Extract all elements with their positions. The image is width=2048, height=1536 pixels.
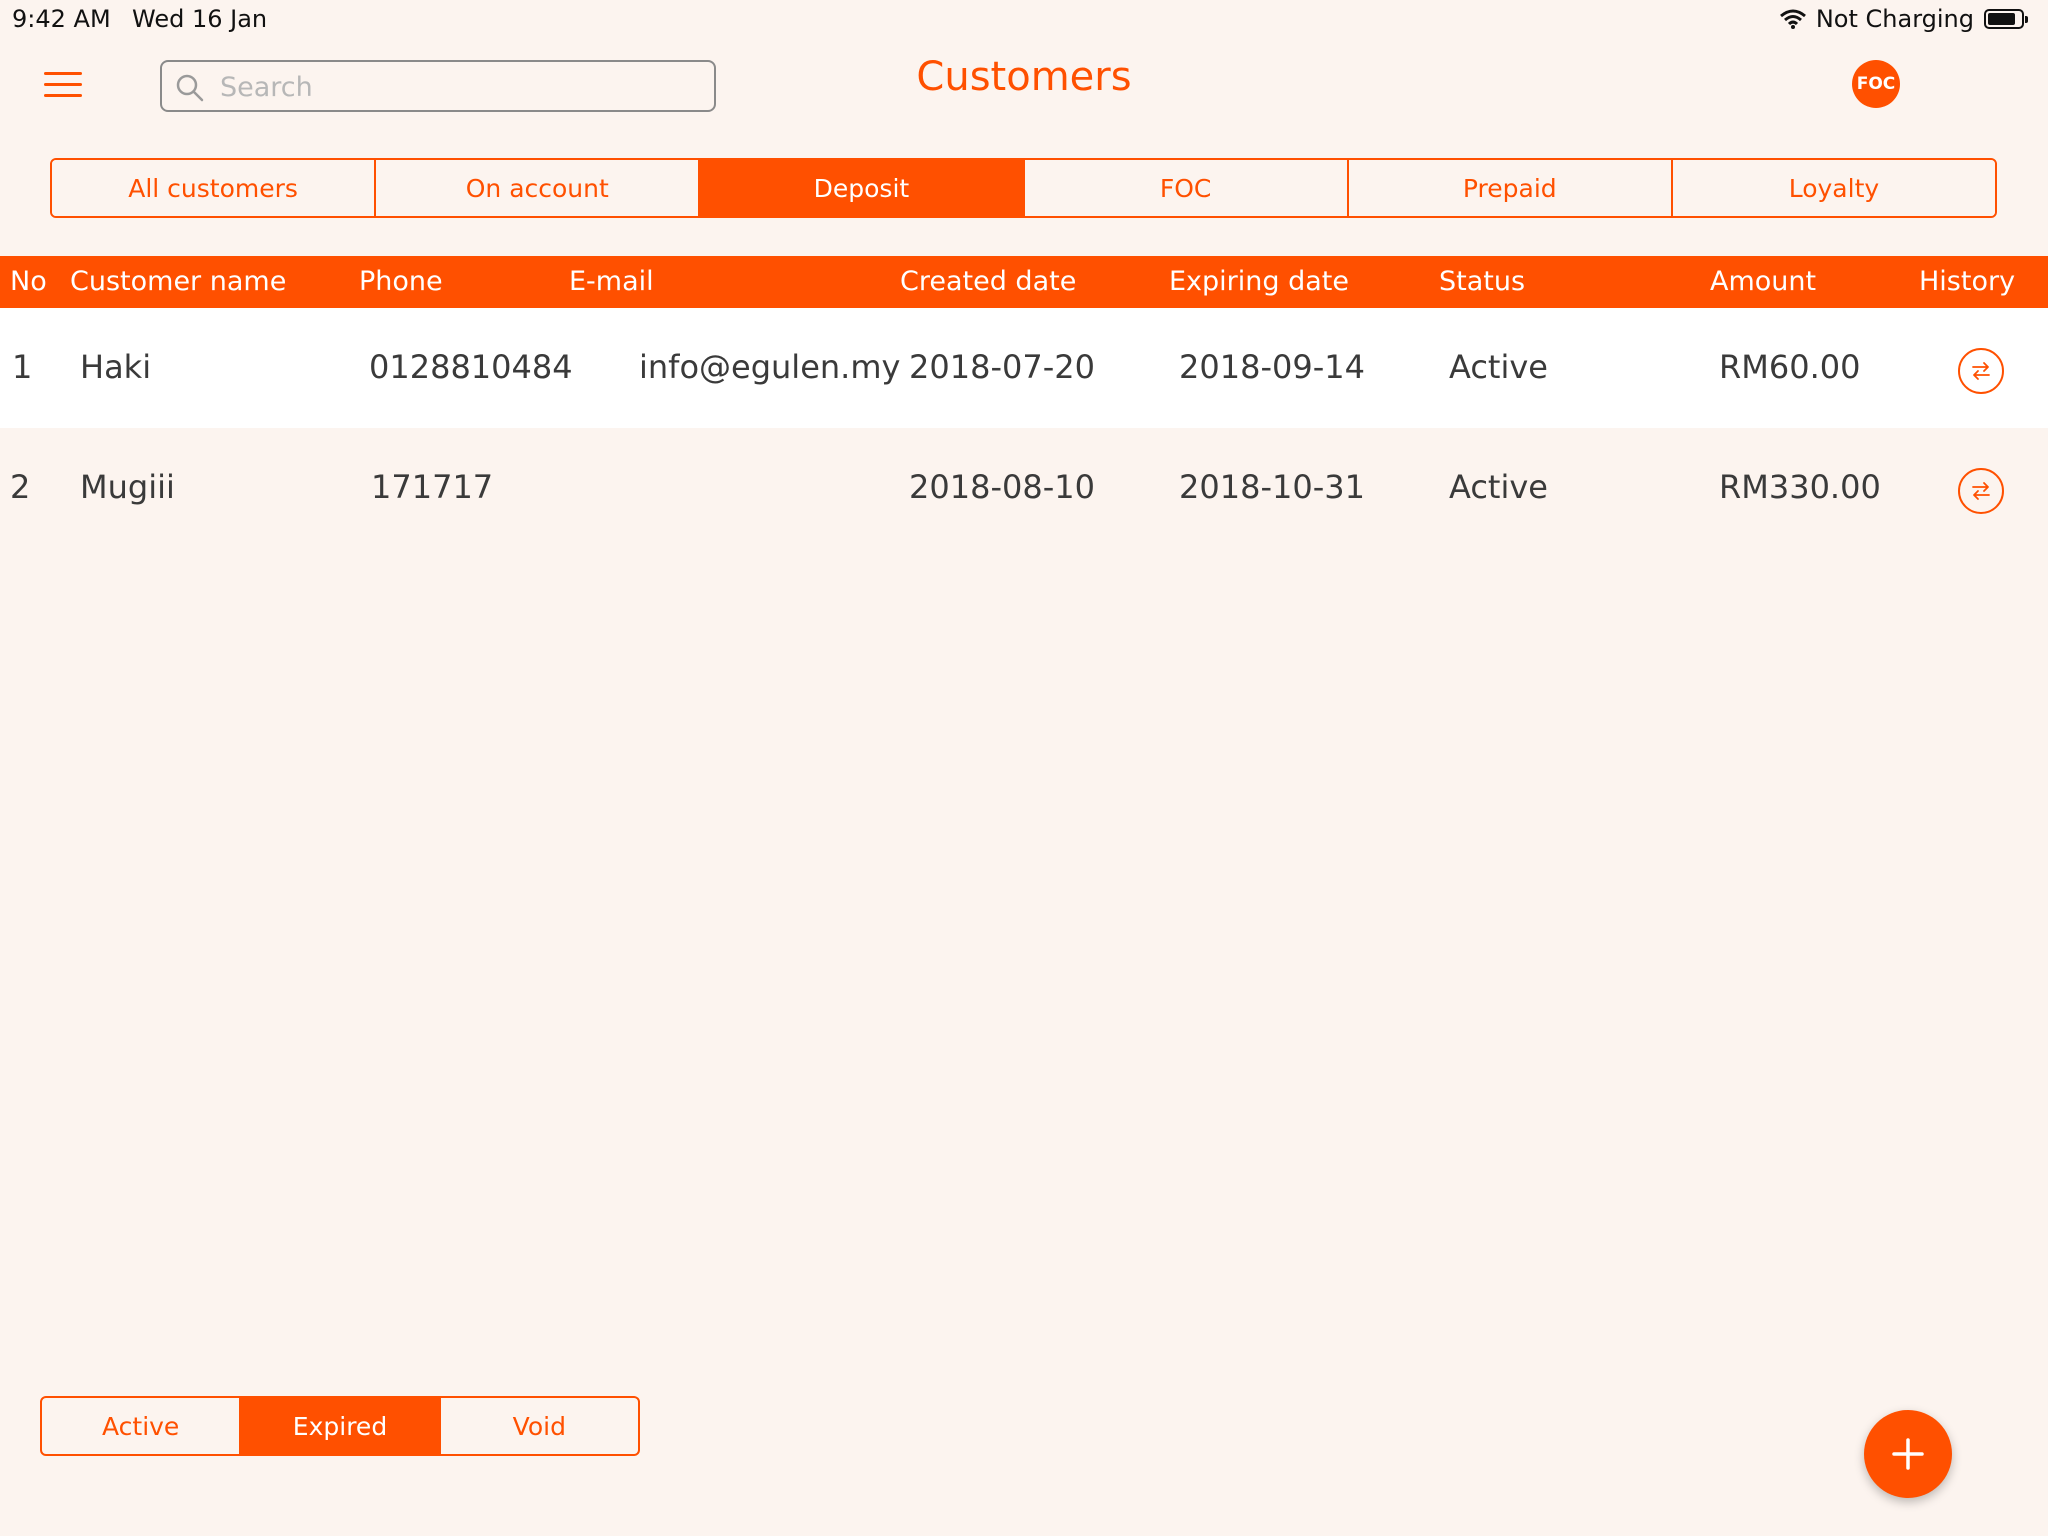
tab-on-account[interactable]: On account [376,160,701,216]
avatar[interactable]: FOC [1852,60,1900,108]
column-header-amount[interactable]: Amount [1710,266,1816,297]
cell-phone: 0128810484 [369,348,573,386]
cell-expiring: 2018-10-31 [1179,468,1365,506]
cell-name: Haki [80,348,152,386]
cell-name: Mugiii [80,468,175,506]
table-row[interactable]: 2 Mugiii 171717 2018-08-10 2018-10-31 Ac… [0,428,2048,548]
cell-phone: 171717 [371,468,494,506]
column-header-expiring[interactable]: Expiring date [1169,266,1349,297]
column-header-phone[interactable]: Phone [359,266,443,297]
tab-deposit[interactable]: Deposit [700,160,1025,216]
history-button[interactable] [1958,348,2004,394]
add-button[interactable] [1864,1410,1952,1498]
tab-all-customers[interactable]: All customers [52,160,377,216]
cell-email: info@egulen.my [639,348,901,386]
cell-created: 2018-08-10 [909,468,1095,506]
column-header-history: History [1919,266,2016,297]
status-time: 9:42 AM [12,5,111,33]
swap-arrows-icon [1972,362,1990,380]
filter-void[interactable]: Void [441,1398,638,1454]
cell-no: 2 [10,468,31,506]
filter-expired[interactable]: Expired [241,1398,441,1454]
history-button[interactable] [1958,468,2004,514]
cell-status: Active [1449,468,1548,506]
status-bar: 9:42 AM Wed 16 Jan Not Charging [0,0,2048,40]
column-header-no[interactable]: No [10,266,47,297]
charging-status: Not Charging [1815,5,1974,33]
cell-no: 1 [12,348,33,386]
table-row[interactable]: 1 Haki 0128810484 info@egulen.my 2018-07… [0,308,2048,428]
tab-prepaid[interactable]: Prepaid [1348,160,1673,216]
column-header-name[interactable]: Customer name [70,266,286,297]
cell-status: Active [1449,348,1548,386]
column-header-created[interactable]: Created date [900,266,1076,297]
wifi-icon [1779,9,1806,29]
cell-amount: RM60.00 [1719,348,1861,386]
status-date: Wed 16 Jan [132,5,268,33]
filter-active[interactable]: Active [42,1398,242,1454]
cell-created: 2018-07-20 [909,348,1095,386]
status-filter: Active Expired Void [40,1396,640,1456]
tab-loyalty[interactable]: Loyalty [1672,160,1995,216]
battery-icon [1984,9,2028,29]
plus-icon [1892,1438,1924,1470]
column-header-status[interactable]: Status [1439,266,1525,297]
cell-amount: RM330.00 [1719,468,1881,506]
battery-fill [1988,13,2015,25]
page-title: Customers [916,54,1132,100]
table-header: No Customer name Phone E-mail Created da… [0,256,2048,308]
status-right: Not Charging [1779,5,2028,33]
tab-foc[interactable]: FOC [1024,160,1349,216]
column-header-email[interactable]: E-mail [569,266,654,297]
swap-arrows-icon [1972,482,1990,500]
category-tabs: All customers On account Deposit FOC Pre… [50,158,1997,218]
cell-expiring: 2018-09-14 [1179,348,1365,386]
